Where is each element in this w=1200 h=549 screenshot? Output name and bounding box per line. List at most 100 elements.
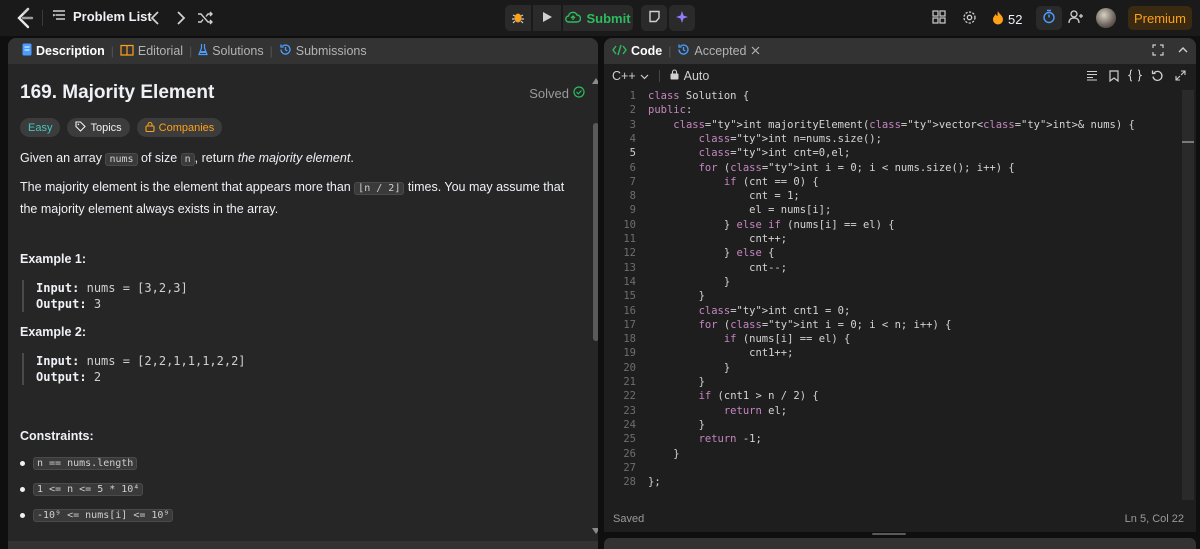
ai-assist-button[interactable] (669, 5, 695, 31)
line-number: 26 (623, 447, 636, 460)
tag-icon (75, 120, 87, 135)
line-number: 24 (623, 418, 636, 431)
top-bar: Problem List Submit 52 Premium (0, 0, 1200, 36)
next-problem-icon[interactable] (172, 8, 190, 28)
premium-button[interactable]: Premium (1128, 6, 1192, 30)
code-line: }; (648, 476, 661, 489)
description-footer (8, 541, 598, 549)
cursor-position: Ln 5, Col 22 (1124, 513, 1184, 525)
avatar[interactable] (1096, 8, 1116, 28)
example-1-output: Output: 3 (36, 296, 188, 312)
tab-divider: | (668, 44, 672, 58)
code-line: } (648, 361, 731, 374)
shuffle-icon[interactable] (196, 8, 214, 28)
chevron-up-icon[interactable] (1177, 44, 1189, 59)
play-icon (541, 11, 553, 26)
expand-icon[interactable] (1175, 70, 1186, 84)
line-number: 3 (629, 118, 636, 131)
code-line: public: (648, 104, 693, 117)
bookmark-icon[interactable] (1109, 70, 1119, 85)
topics-chip[interactable]: Topics (67, 118, 130, 137)
bullet-dot (20, 513, 25, 518)
reset-icon[interactable] (1151, 69, 1164, 85)
code-line: class="ty">int n=nums.size(); (698, 132, 882, 145)
maximize-icon[interactable] (1152, 44, 1164, 59)
testcase-panel-header (604, 538, 1196, 549)
code-line: class="ty">int cnt=0,el; (698, 147, 851, 160)
problem-chips: Easy Topics Companies (20, 118, 223, 137)
notes-button[interactable] (641, 5, 667, 31)
problem-list-button[interactable]: Problem List (52, 9, 152, 24)
input-value: nums = [3,2,3] (86, 281, 188, 295)
line-number: 2 (629, 104, 636, 117)
leetcode-logo-icon[interactable] (14, 7, 36, 29)
code-line: } (648, 447, 680, 460)
tab-code[interactable]: Code (612, 44, 662, 59)
inline-code: nums (105, 153, 138, 166)
scrollbar-cursor-marker (1182, 141, 1194, 143)
code-line: return -1; (698, 433, 762, 446)
prev-problem-icon[interactable] (146, 8, 164, 28)
editor-status-bar: Saved Ln 5, Col 22 (604, 508, 1196, 532)
companies-label: Companies (158, 121, 215, 134)
history-icon (677, 43, 690, 59)
difficulty-badge: Easy (20, 118, 61, 137)
output-label: Output: (36, 370, 87, 384)
tab-submissions[interactable]: Submissions (273, 43, 373, 59)
line-number: 4 (629, 132, 636, 145)
run-button[interactable] (533, 5, 561, 31)
language-select[interactable]: C++ (612, 69, 649, 83)
tab-solutions[interactable]: Solutions (192, 43, 269, 59)
code-line: cnt1++; (648, 347, 794, 360)
tab-description-label: Description (36, 44, 105, 58)
panel-resize-handle[interactable] (872, 533, 906, 535)
divider (658, 70, 660, 82)
add-friend-icon[interactable] (1066, 6, 1086, 28)
layout-icon[interactable] (930, 6, 948, 28)
description-scrollbar[interactable] (593, 123, 598, 341)
divider (42, 10, 43, 26)
text-fragment: , return (194, 151, 238, 165)
auto-mode[interactable]: Auto (670, 69, 709, 83)
submit-button[interactable]: Submit (563, 5, 633, 31)
line-number: 12 (623, 247, 636, 260)
line-number: 27 (623, 461, 636, 474)
line-number: 19 (623, 347, 636, 360)
format-icon[interactable] (1086, 70, 1098, 84)
code-line: if (nums[i] == el) { (723, 333, 851, 346)
cloud-upload-icon (565, 11, 582, 26)
bug-icon (511, 10, 525, 27)
list-icon (52, 9, 66, 24)
editor-scrollbar[interactable] (1182, 90, 1194, 500)
code-line: for (class="ty">int i = 0; i < nums.size… (698, 161, 1015, 174)
streak-counter[interactable]: 52 (992, 10, 1022, 28)
code-line: class="ty">int majorityElement(class="ty… (673, 118, 1135, 131)
scroll-down-arrow-icon[interactable] (592, 528, 598, 534)
constraint-code: n == nums.length (33, 457, 138, 470)
line-number: 13 (623, 261, 636, 274)
note-icon (648, 10, 661, 26)
line-number: 21 (623, 376, 636, 388)
line-number: 16 (623, 304, 636, 317)
problem-title[interactable]: 169. Majority Element (20, 82, 214, 104)
lock-icon (145, 121, 155, 135)
tab-accepted[interactable]: Accepted (677, 43, 759, 59)
text-fragment: Given an array (20, 151, 106, 165)
debug-button[interactable] (505, 5, 531, 31)
companies-chip[interactable]: Companies (136, 118, 223, 137)
code-tabs: Code | Accepted (604, 38, 1196, 64)
example-2-output: Output: 2 (36, 369, 246, 385)
line-number: 7 (629, 175, 636, 188)
code-panel: Code | Accepted C++ Auto 1 2 3 4 5 6 7 8… (604, 38, 1196, 532)
tab-editorial[interactable]: Editorial (114, 44, 189, 59)
code-line: for (class="ty">int i = 0; i < n; i++) { (698, 318, 952, 331)
document-icon (22, 43, 32, 59)
braces-icon[interactable] (1127, 69, 1143, 85)
tab-description[interactable]: Description (16, 43, 111, 59)
timer-button[interactable] (1036, 6, 1062, 30)
settings-icon[interactable] (960, 6, 978, 28)
close-icon[interactable] (751, 44, 760, 58)
tab-solutions-label: Solutions (212, 44, 264, 58)
scroll-up-arrow-icon[interactable] (592, 78, 598, 84)
problem-list-label: Problem List (73, 9, 152, 24)
